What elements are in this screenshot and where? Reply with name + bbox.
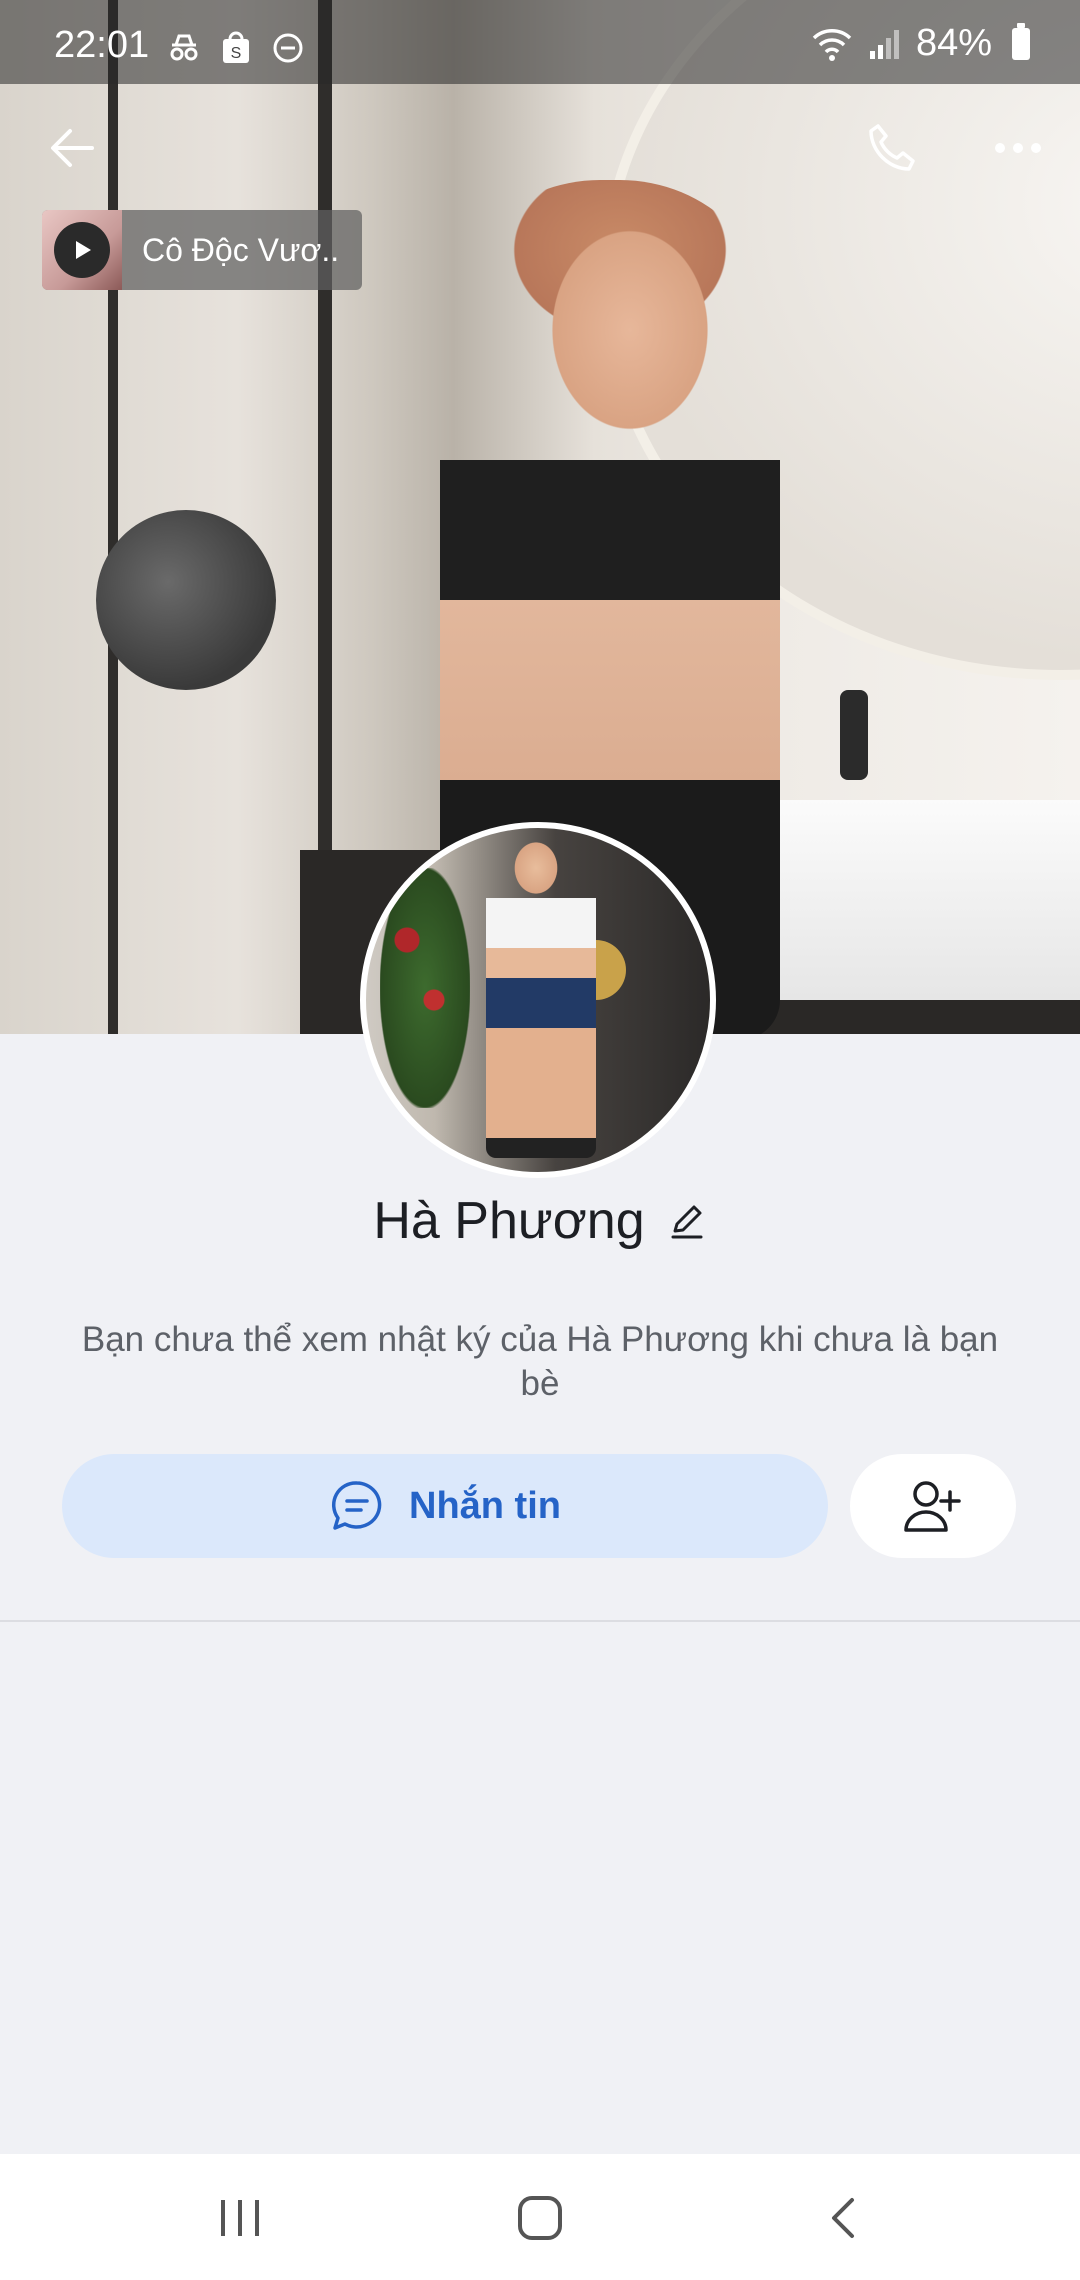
- add-friend-icon: [904, 1481, 961, 1532]
- recents-icon: [221, 2200, 259, 2236]
- battery-icon: [1012, 22, 1030, 60]
- cover-decoration: [840, 690, 868, 780]
- pencil-icon[interactable]: [667, 1201, 707, 1241]
- svg-text:S: S: [231, 45, 242, 62]
- message-button-label: Nhắn tin: [409, 1484, 561, 1527]
- back-chevron-icon: [832, 2198, 854, 2238]
- more-horizontal-icon: [995, 143, 1041, 153]
- status-bar: 22:01 S 84%: [0, 0, 1080, 84]
- play-icon: [76, 241, 91, 259]
- profile-name-row: Hà Phương: [0, 1186, 1080, 1256]
- system-back-button[interactable]: [804, 2178, 884, 2258]
- add-friend-button[interactable]: [850, 1454, 1016, 1558]
- home-icon: [518, 2196, 562, 2240]
- back-button[interactable]: [32, 108, 112, 188]
- incognito-icon: [170, 34, 198, 61]
- message-button[interactable]: Nhắn tin: [62, 1454, 828, 1558]
- profile-name: Hà Phương: [373, 1192, 645, 1250]
- phone-icon: [869, 124, 915, 171]
- signal-icon: [869, 29, 899, 59]
- more-button[interactable]: [978, 108, 1058, 188]
- chat-bubble-icon: [332, 1481, 382, 1530]
- call-button[interactable]: [852, 108, 932, 188]
- wifi-icon: [812, 28, 852, 61]
- status-time: 22:01: [54, 24, 150, 66]
- back-arrow-icon: [51, 129, 94, 167]
- profile-music-chip[interactable]: Cô Độc Vươ..: [42, 210, 362, 290]
- music-cover-thumbnail: [42, 210, 122, 290]
- home-button[interactable]: [500, 2178, 580, 2258]
- do-not-disturb-icon: [273, 33, 303, 63]
- friend-only-notice: Bạn chưa thể xem nhật ký của Hà Phương k…: [81, 1320, 999, 1403]
- shopee-icon: S: [223, 31, 249, 63]
- avatar[interactable]: [360, 822, 716, 1178]
- avatar-decoration: [380, 868, 470, 1108]
- section-divider: [0, 1620, 1080, 1622]
- recents-button[interactable]: [200, 2178, 280, 2258]
- play-button[interactable]: [54, 222, 110, 278]
- avatar-person: [486, 838, 596, 1158]
- cover-decoration: [96, 510, 276, 690]
- battery-percent: 84%: [915, 22, 992, 64]
- system-nav-bar: [0, 2154, 1080, 2280]
- music-title: Cô Độc Vươ..: [142, 231, 340, 268]
